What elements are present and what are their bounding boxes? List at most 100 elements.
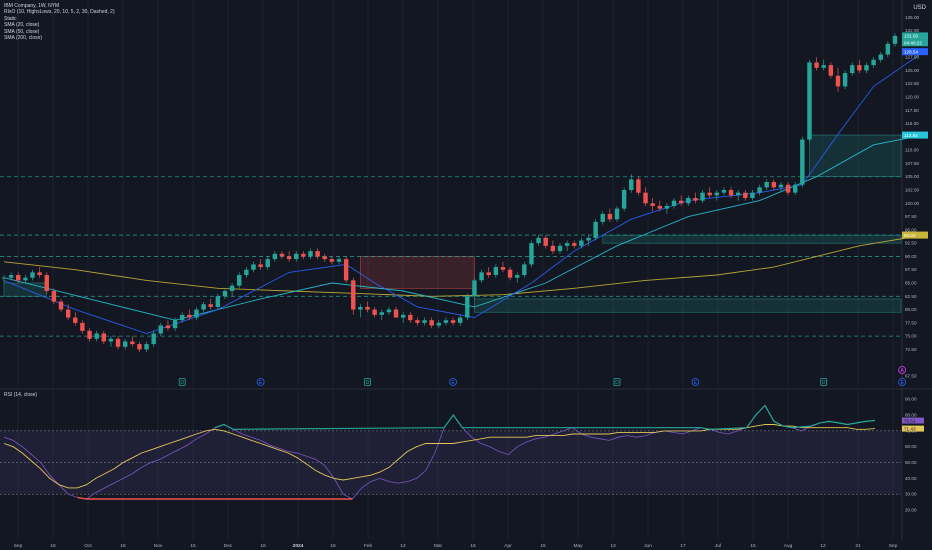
candle-body[interactable] [621, 190, 627, 209]
candle[interactable] [800, 136, 805, 188]
candle-body[interactable] [828, 65, 834, 76]
candle-body[interactable] [735, 192, 741, 196]
candle-body[interactable] [336, 259, 342, 262]
candle[interactable] [529, 240, 534, 268]
candle-body[interactable] [586, 237, 591, 241]
candle-body[interactable] [479, 272, 484, 281]
candle-body[interactable] [51, 290, 57, 302]
candle[interactable] [44, 272, 49, 294]
candle-body[interactable] [636, 179, 641, 193]
candle-body[interactable] [607, 213, 613, 220]
candle-body[interactable] [693, 197, 698, 201]
candle-body[interactable] [23, 277, 28, 281]
candle-body[interactable] [864, 65, 869, 71]
candle-body[interactable] [807, 62, 812, 140]
candle-body[interactable] [522, 264, 527, 276]
candle[interactable] [472, 277, 477, 299]
candle-body[interactable] [80, 322, 85, 331]
candle-body[interactable] [550, 245, 556, 252]
candle[interactable] [465, 293, 470, 321]
candle-body[interactable] [707, 192, 712, 196]
candle-body[interactable] [785, 184, 791, 193]
candle-body[interactable] [286, 256, 292, 260]
candle-body[interactable] [44, 275, 49, 291]
candle-body[interactable] [187, 314, 192, 318]
candle-body[interactable] [58, 301, 64, 310]
candle-body[interactable] [543, 237, 548, 246]
candle-body[interactable] [757, 187, 762, 193]
indicator-sma-200[interactable]: SMA (200, close) [4, 35, 115, 41]
candle-body[interactable] [671, 200, 677, 206]
candle-body[interactable] [557, 245, 563, 252]
candle-body[interactable] [572, 243, 577, 246]
candle-body[interactable] [16, 275, 21, 281]
candle-body[interactable] [272, 253, 278, 260]
candle-body[interactable] [244, 269, 249, 276]
candle-body[interactable] [279, 253, 285, 257]
candle-body[interactable] [115, 338, 121, 347]
candle-body[interactable] [835, 75, 841, 87]
candle-body[interactable] [750, 192, 755, 198]
candle-body[interactable] [436, 322, 442, 326]
rsi-legend[interactable]: RSI (14, close) [4, 392, 37, 398]
candle-body[interactable] [329, 259, 335, 262]
candle-body[interactable] [386, 309, 392, 313]
candle-body[interactable] [771, 182, 777, 188]
candle-body[interactable] [73, 317, 78, 323]
candle[interactable] [351, 277, 356, 315]
candle-body[interactable] [294, 253, 299, 260]
candle-body[interactable] [650, 203, 655, 206]
candle-body[interactable] [37, 272, 42, 276]
candle-body[interactable] [892, 35, 898, 44]
chart-canvas[interactable]: DEDEDEDEA 135.00132.50130.00127.50125.00… [0, 0, 932, 550]
candle-body[interactable] [87, 330, 92, 339]
candle-body[interactable] [372, 309, 377, 315]
candle-body[interactable] [415, 320, 420, 323]
candle-body[interactable] [108, 338, 114, 342]
candle-body[interactable] [614, 208, 620, 220]
candle-body[interactable] [229, 285, 235, 291]
candle-body[interactable] [664, 205, 670, 209]
candle-body[interactable] [500, 267, 506, 270]
candle-body[interactable] [493, 267, 499, 276]
candle-body[interactable] [208, 304, 213, 307]
candle-body[interactable] [1, 277, 7, 279]
candle-body[interactable] [472, 280, 477, 297]
candle-body[interactable] [821, 65, 826, 68]
candle-body[interactable] [94, 333, 99, 339]
candle-body[interactable] [871, 59, 876, 66]
candle-body[interactable] [721, 190, 727, 193]
candle-body[interactable] [215, 296, 221, 307]
candle-body[interactable] [842, 73, 848, 87]
candle-body[interactable] [728, 190, 734, 196]
candle-body[interactable] [714, 192, 720, 196]
candle-body[interactable] [593, 221, 598, 238]
candle-body[interactable] [101, 333, 107, 342]
candle-body[interactable] [515, 275, 520, 278]
currency-label[interactable]: USD [913, 5, 926, 11]
candle-body[interactable] [857, 65, 862, 71]
candle-body[interactable] [678, 200, 684, 204]
candle-body[interactable] [65, 309, 71, 318]
candle-body[interactable] [30, 272, 35, 278]
candle-body[interactable] [301, 253, 306, 257]
candle-body[interactable] [507, 269, 513, 278]
trading-chart[interactable]: DEDEDEDEA 135.00132.50130.00127.50125.00… [0, 0, 932, 550]
candle[interactable] [636, 176, 641, 196]
candle-body[interactable] [686, 197, 691, 204]
candle[interactable] [593, 219, 598, 241]
candle-body[interactable] [700, 192, 705, 201]
candle-body[interactable] [814, 62, 819, 68]
candle-body[interactable] [457, 317, 463, 323]
candle-body[interactable] [792, 184, 798, 193]
candle-body[interactable] [351, 280, 356, 310]
candle-body[interactable] [251, 264, 256, 270]
candle-body[interactable] [643, 192, 648, 204]
candle-body[interactable] [158, 325, 164, 334]
candle-body[interactable] [379, 312, 384, 315]
candle-body[interactable] [657, 205, 662, 209]
candle-body[interactable] [429, 320, 434, 326]
candle-body[interactable] [536, 237, 541, 244]
candle[interactable] [807, 59, 812, 143]
candle-body[interactable] [878, 54, 883, 60]
